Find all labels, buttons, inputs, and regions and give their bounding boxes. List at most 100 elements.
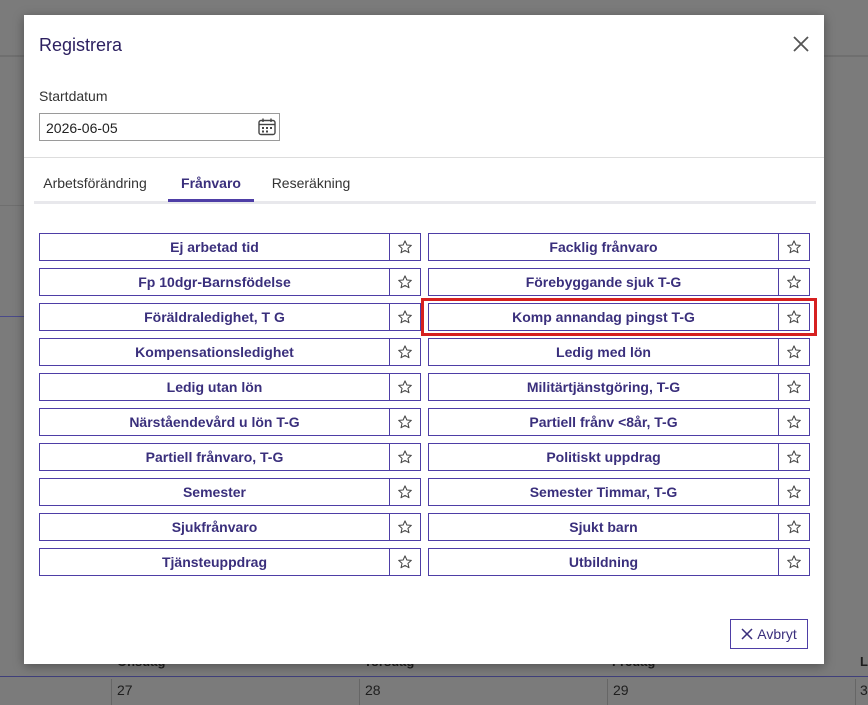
absence-type-item[interactable]: Politiskt uppdrag [428, 443, 810, 471]
favorite-button[interactable] [779, 269, 809, 295]
absence-type-item[interactable]: Fp 10dgr-Barnsfödelse [39, 268, 421, 296]
favorite-button[interactable] [390, 479, 420, 505]
absence-type-item[interactable]: Ledig utan lön [39, 373, 421, 401]
absence-type-label[interactable]: Fp 10dgr-Barnsfödelse [40, 269, 390, 295]
favorite-button[interactable] [779, 339, 809, 365]
star-outline-icon [787, 240, 801, 254]
star-outline-icon [787, 310, 801, 324]
background-row-line [0, 205, 24, 206]
absence-type-label[interactable]: Militärtjänstgöring, T-G [429, 374, 779, 400]
absence-type-item[interactable]: Förebyggande sjuk T-G [428, 268, 810, 296]
absence-type-label[interactable]: Semester Timmar, T-G [429, 479, 779, 505]
tab-reserakning[interactable]: Reseräkning [266, 170, 356, 202]
start-date-field[interactable]: 2026-06-05 [39, 113, 280, 141]
absence-type-label[interactable]: Sjukt barn [429, 514, 779, 540]
favorite-button[interactable] [779, 479, 809, 505]
favorite-button[interactable] [390, 339, 420, 365]
absence-type-label[interactable]: Semester [40, 479, 390, 505]
favorite-button[interactable] [779, 304, 809, 330]
day-number: 29 [613, 682, 629, 698]
absence-type-label[interactable]: Partiell frånvaro, T-G [40, 444, 390, 470]
favorite-button[interactable] [390, 409, 420, 435]
favorite-button[interactable] [390, 304, 420, 330]
favorite-button[interactable] [390, 549, 420, 575]
background-row-line [0, 316, 24, 317]
tab-franvaro[interactable]: Frånvaro [168, 170, 254, 202]
tab-arbetsforandring[interactable]: Arbetsförändring [34, 170, 156, 202]
star-outline-icon [398, 485, 412, 499]
absence-type-label[interactable]: Ledig utan lön [40, 374, 390, 400]
absence-type-item[interactable]: Kompensationsledighet [39, 338, 421, 366]
favorite-button[interactable] [390, 444, 420, 470]
absence-type-item[interactable]: Ej arbetad tid [39, 233, 421, 261]
register-dialog: Registrera Startdatum 2026-06-05 Arbetsf… [24, 15, 824, 664]
favorite-button[interactable] [779, 514, 809, 540]
absence-type-item[interactable]: Tjänsteuppdrag [39, 548, 421, 576]
absence-type-label[interactable]: Närståendevård u lön T-G [40, 409, 390, 435]
star-outline-icon [398, 345, 412, 359]
favorite-button[interactable] [390, 514, 420, 540]
star-outline-icon [398, 450, 412, 464]
close-icon [793, 36, 809, 52]
absence-type-label[interactable]: Partiell frånv <8år, T-G [429, 409, 779, 435]
absence-type-label[interactable]: Sjukfrånvaro [40, 514, 390, 540]
tab-bar: Arbetsförändring Frånvaro Reseräkning [34, 170, 816, 204]
dialog-title: Registrera [39, 35, 123, 55]
star-outline-icon [787, 450, 801, 464]
divider [24, 157, 824, 158]
absence-type-label[interactable]: Politiskt uppdrag [429, 444, 779, 470]
absence-type-item[interactable]: Semester Timmar, T-G [428, 478, 810, 506]
star-outline-icon [787, 345, 801, 359]
favorite-button[interactable] [390, 374, 420, 400]
absence-type-label[interactable]: Utbildning [429, 549, 779, 575]
absence-type-label[interactable]: Ej arbetad tid [40, 234, 390, 260]
cancel-label: Avbryt [757, 626, 797, 642]
absence-type-label[interactable]: Föräldraledighet, T G [40, 304, 390, 330]
star-outline-icon [787, 555, 801, 569]
absence-type-item[interactable]: Ledig med lön [428, 338, 810, 366]
star-outline-icon [398, 380, 412, 394]
day-number: 27 [117, 682, 133, 698]
day-number: 28 [365, 682, 381, 698]
absence-type-item[interactable]: Sjukfrånvaro [39, 513, 421, 541]
absence-type-label[interactable]: Tjänsteuppdrag [40, 549, 390, 575]
star-outline-icon [398, 520, 412, 534]
star-outline-icon [398, 415, 412, 429]
calendar-icon [258, 118, 276, 136]
start-date-value: 2026-06-05 [46, 120, 118, 136]
absence-type-item[interactable]: Komp annandag pingst T-G [428, 303, 810, 331]
absence-type-label[interactable]: Facklig frånvaro [429, 234, 779, 260]
absence-type-item[interactable]: Utbildning [428, 548, 810, 576]
star-outline-icon [787, 485, 801, 499]
absence-type-label[interactable]: Kompensationsledighet [40, 339, 390, 365]
calendar-button[interactable] [257, 117, 277, 137]
absence-type-item[interactable]: Partiell frånv <8år, T-G [428, 408, 810, 436]
favorite-button[interactable] [779, 444, 809, 470]
x-icon [741, 628, 753, 640]
day-name: L [860, 654, 868, 669]
absence-type-item[interactable]: Semester [39, 478, 421, 506]
favorite-button[interactable] [779, 409, 809, 435]
favorite-button[interactable] [779, 234, 809, 260]
star-outline-icon [398, 310, 412, 324]
favorite-button[interactable] [390, 269, 420, 295]
favorite-button[interactable] [779, 374, 809, 400]
absence-type-item[interactable]: Närståendevård u lön T-G [39, 408, 421, 436]
absence-type-label[interactable]: Ledig med lön [429, 339, 779, 365]
star-outline-icon [787, 520, 801, 534]
favorite-button[interactable] [390, 234, 420, 260]
absence-type-item[interactable]: Sjukt barn [428, 513, 810, 541]
absence-type-label[interactable]: Komp annandag pingst T-G [429, 304, 779, 330]
favorite-button[interactable] [779, 549, 809, 575]
day-number: 3 [860, 682, 868, 698]
star-outline-icon [787, 380, 801, 394]
star-outline-icon [398, 240, 412, 254]
absence-type-item[interactable]: Facklig frånvaro [428, 233, 810, 261]
cancel-button[interactable]: Avbryt [730, 619, 808, 649]
absence-type-label[interactable]: Förebyggande sjuk T-G [429, 269, 779, 295]
star-outline-icon [398, 555, 412, 569]
absence-type-item[interactable]: Militärtjänstgöring, T-G [428, 373, 810, 401]
absence-type-item[interactable]: Föräldraledighet, T G [39, 303, 421, 331]
absence-type-item[interactable]: Partiell frånvaro, T-G [39, 443, 421, 471]
close-button[interactable] [790, 33, 812, 55]
